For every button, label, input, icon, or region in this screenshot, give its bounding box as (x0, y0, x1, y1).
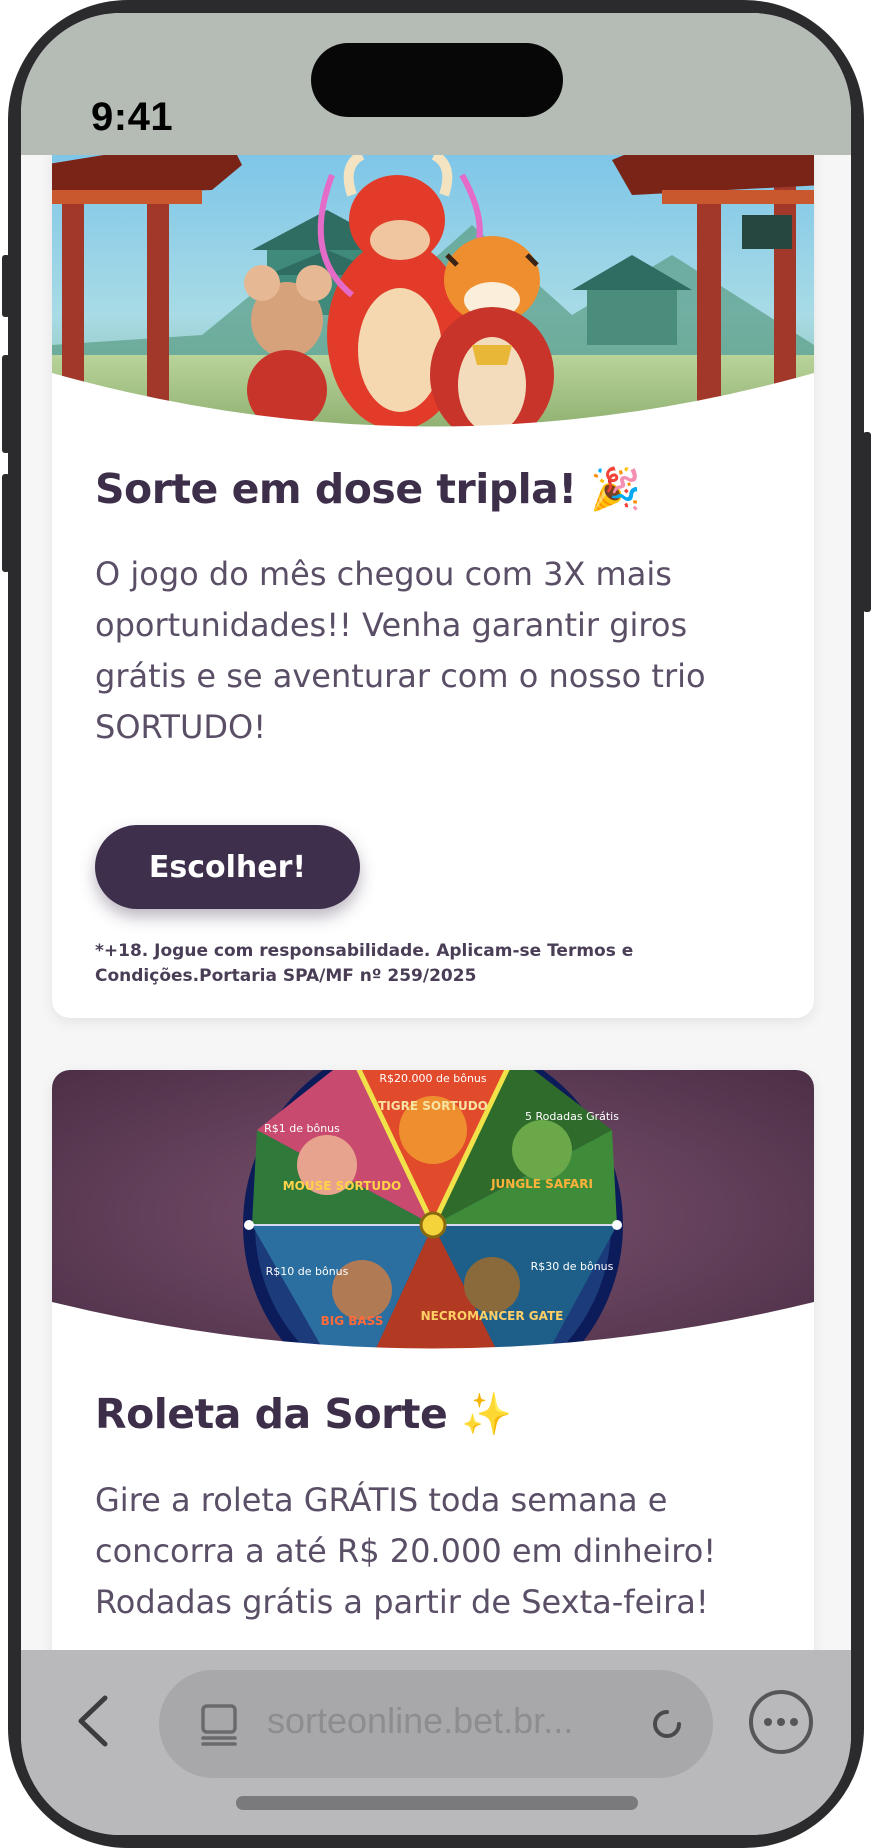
screen: 9:41 Sorte em dose tripla! 🎉 O jogo do m… (21, 13, 851, 1835)
card-description: Gire a roleta GRÁTIS toda semana e conco… (95, 1481, 717, 1621)
page-content[interactable]: Sorte em dose tripla! 🎉 O jogo do mês ch… (21, 155, 851, 1650)
status-bar: 9:41 (21, 13, 851, 155)
dynamic-island (311, 43, 563, 117)
svg-text:BIG BASS: BIG BASS (321, 1314, 384, 1328)
lucky-wheel-banner-image[interactable]: TIGRE SORTUDO MOUSE SORTUDO JUNGLE SAFAR… (52, 1070, 814, 1360)
card-title: Sorte em dose tripla! 🎉 (95, 465, 641, 513)
prize-wheel-illustration: TIGRE SORTUDO MOUSE SORTUDO JUNGLE SAFAR… (52, 1070, 814, 1360)
ox-mouse-tiger-illustration (52, 155, 814, 435)
card-description: O jogo do mês chegou com 3X mais oportun… (95, 555, 706, 746)
svg-text:R$10 de bônus: R$10 de bônus (266, 1265, 349, 1278)
action-button (2, 255, 10, 317)
svg-text:MOUSE SORTUDO: MOUSE SORTUDO (283, 1179, 402, 1193)
volume-up-button (2, 355, 10, 453)
browser-toolbar: sorteonline.bet.br... (21, 1650, 851, 1835)
url-text[interactable]: sorteonline.bet.br... (267, 1700, 573, 1742)
choose-button[interactable]: Escolher! (95, 825, 360, 909)
svg-text:TIGRE SORTUDO: TIGRE SORTUDO (378, 1099, 488, 1113)
svg-text:NECROMANCER GATE: NECROMANCER GATE (421, 1309, 564, 1323)
svg-text:5 Rodadas Grátis: 5 Rodadas Grátis (525, 1110, 619, 1123)
triple-luck-banner-image[interactable] (52, 155, 814, 435)
volume-down-button (2, 474, 10, 572)
status-time: 9:41 (91, 95, 174, 139)
reader-icon[interactable] (197, 1702, 241, 1746)
reload-icon[interactable] (645, 1702, 689, 1746)
address-bar[interactable]: sorteonline.bet.br... (159, 1670, 713, 1778)
svg-text:JUNGLE SAFARI: JUNGLE SAFARI (490, 1177, 593, 1191)
promo-card-triple-luck: Sorte em dose tripla! 🎉 O jogo do mês ch… (52, 155, 814, 1018)
svg-text:R$20.000 de bônus: R$20.000 de bônus (379, 1072, 487, 1085)
back-chevron-icon[interactable] (65, 1686, 125, 1756)
svg-text:R$1 de bônus: R$1 de bônus (264, 1122, 340, 1135)
power-button (863, 432, 871, 612)
more-icon[interactable] (747, 1688, 815, 1756)
home-indicator[interactable] (236, 1796, 638, 1810)
card-title: Roleta da Sorte ✨ (95, 1390, 512, 1438)
responsible-gaming-disclaimer: *+18. Jogue com responsabilidade. Aplica… (95, 941, 634, 986)
svg-text:R$30 de bônus: R$30 de bônus (531, 1260, 614, 1273)
promo-card-lucky-wheel: TIGRE SORTUDO MOUSE SORTUDO JUNGLE SAFAR… (52, 1070, 814, 1650)
